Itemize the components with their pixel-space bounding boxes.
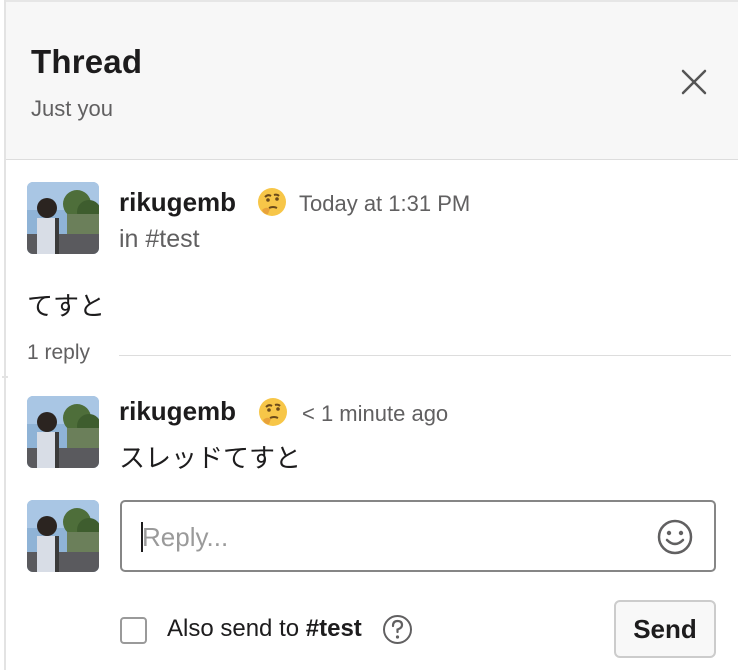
thinking-face-icon — [256, 186, 288, 218]
message-channel-link[interactable]: in #test — [119, 225, 200, 254]
reply-timestamp[interactable]: < 1 minute ago — [302, 401, 448, 427]
also-send-prefix: Also send to — [167, 615, 306, 642]
smiley-icon[interactable] — [656, 518, 694, 556]
reply-count: 1 reply — [27, 341, 91, 364]
message-timestamp[interactable]: Today at 1:31 PM — [299, 191, 470, 217]
thinking-face-icon — [257, 396, 289, 428]
also-send-checkbox[interactable] — [120, 617, 147, 644]
message-text: てすと — [27, 291, 106, 321]
thread-panel: Thread Just you rikugemb Today at 1:31 P… — [2, 0, 738, 670]
thread-title: Thread — [31, 43, 143, 80]
reply-text: スレッドてすと — [119, 443, 302, 473]
reply-placeholder: Reply... — [142, 522, 229, 552]
thread-header: Thread Just you — [6, 0, 738, 160]
send-button[interactable]: Send — [614, 600, 716, 658]
avatar[interactable] — [27, 396, 99, 468]
avatar[interactable] — [27, 182, 99, 254]
close-icon[interactable] — [676, 64, 712, 100]
message-author[interactable]: rikugemb — [119, 187, 236, 218]
reply-author[interactable]: rikugemb — [119, 396, 236, 427]
thread-subtitle: Just you — [31, 96, 113, 121]
question-circle-icon[interactable] — [382, 614, 413, 645]
current-user-avatar[interactable] — [27, 500, 99, 572]
reply-input[interactable]: Reply... — [120, 500, 716, 572]
also-send-label: Also send to #test — [167, 615, 362, 643]
also-send-channel: #test — [305, 615, 362, 642]
panel-edge-divider — [2, 376, 8, 378]
reply-divider — [119, 355, 731, 356]
